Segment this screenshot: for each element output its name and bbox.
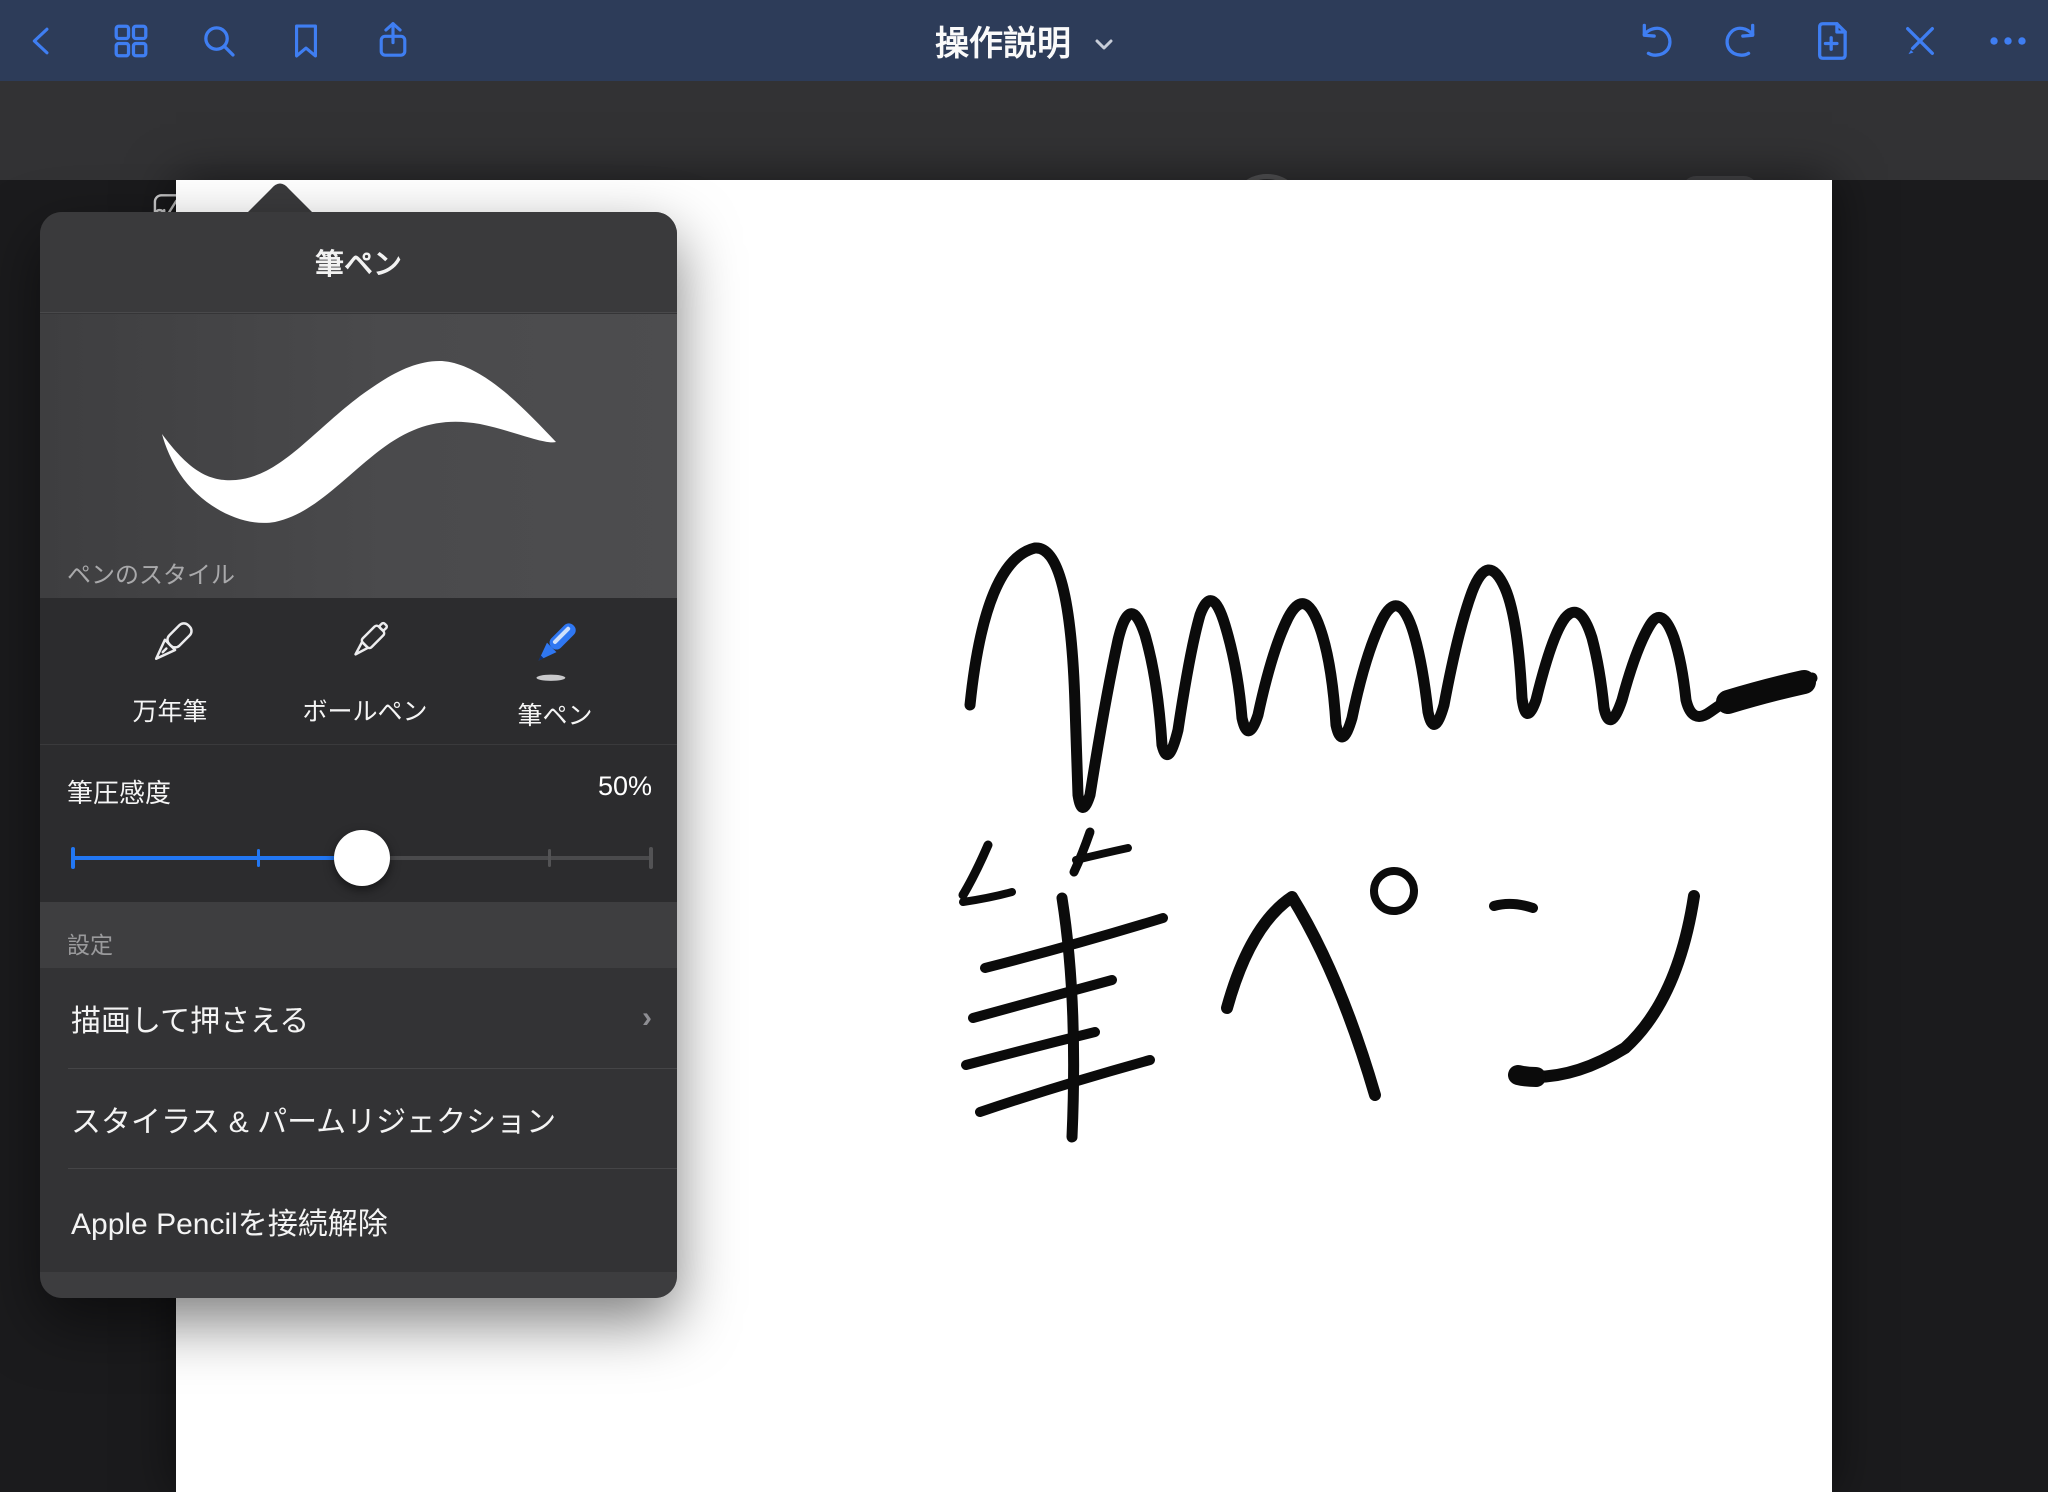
- row-label: 描画して押さえる: [71, 996, 309, 1040]
- fountain-pen-icon: [137, 616, 203, 682]
- popover-arrow: [247, 182, 313, 213]
- stroke-preview: ペンのスタイル: [40, 314, 677, 598]
- more-icon[interactable]: [1980, 13, 2036, 69]
- row-draw-and-hold[interactable]: 描画して押さえる ›: [40, 968, 677, 1068]
- undo-icon[interactable]: [1627, 13, 1683, 69]
- pressure-value: 50%: [598, 771, 652, 802]
- slider-endcap-left: [71, 847, 75, 869]
- nav-bar: 操作説明: [0, 0, 2048, 81]
- pen-style-row: 万年筆 ボールペン 筆ペン: [40, 598, 677, 745]
- slider-tick: [548, 849, 551, 867]
- row-stylus-palm-rejection[interactable]: スタイラス & パームリジェクション: [40, 1069, 677, 1168]
- redo-icon[interactable]: [1714, 13, 1770, 69]
- popover-bottom-strip: [40, 1272, 677, 1298]
- settings-section-header: 設定: [40, 902, 677, 968]
- slider-tick: [257, 849, 260, 867]
- pen-style-fountain[interactable]: 万年筆: [85, 598, 255, 745]
- ballpoint-pen-icon: [332, 616, 398, 682]
- chevron-right-icon: ›: [642, 1001, 652, 1035]
- notes-app: 操作説明: [0, 0, 2048, 1492]
- pressure-section: 筆圧感度 50%: [40, 745, 677, 902]
- pressure-label: 筆圧感度: [67, 773, 171, 810]
- pen-style-label: 万年筆: [132, 692, 207, 728]
- pen-style-ballpoint[interactable]: ボールペン: [280, 598, 450, 745]
- stylus-disconnect-icon[interactable]: [1892, 13, 1948, 69]
- popover-title: 筆ペン: [40, 212, 677, 313]
- chevron-down-icon: [1095, 21, 1113, 60]
- pressure-slider-thumb[interactable]: [334, 830, 390, 886]
- row-disconnect-apple-pencil[interactable]: Apple Pencilを接続解除: [40, 1169, 677, 1272]
- tool-bar: [0, 81, 2048, 180]
- slider-endcap-right: [649, 847, 653, 869]
- pressure-slider[interactable]: [71, 845, 653, 871]
- pen-style-brush[interactable]: 筆ペン: [470, 598, 640, 745]
- pressure-slider-fill: [71, 856, 362, 860]
- pen-style-label: 筆ペン: [517, 696, 592, 732]
- page-title: 操作説明: [935, 16, 1071, 65]
- add-page-icon[interactable]: [1804, 13, 1860, 69]
- row-label: スタイラス & パームリジェクション: [71, 1097, 556, 1141]
- pen-settings-popover: 筆ペン ペンのスタイル 万年筆 ボールペン: [40, 212, 677, 1298]
- row-label: Apple Pencilを接続解除: [71, 1199, 388, 1243]
- settings-rows: 描画して押さえる › スタイラス & パームリジェクション Apple Penc…: [40, 968, 677, 1272]
- brush-pen-icon: [522, 616, 588, 686]
- pen-style-section-label: ペンのスタイル: [67, 555, 235, 590]
- pen-style-label: ボールペン: [302, 692, 427, 728]
